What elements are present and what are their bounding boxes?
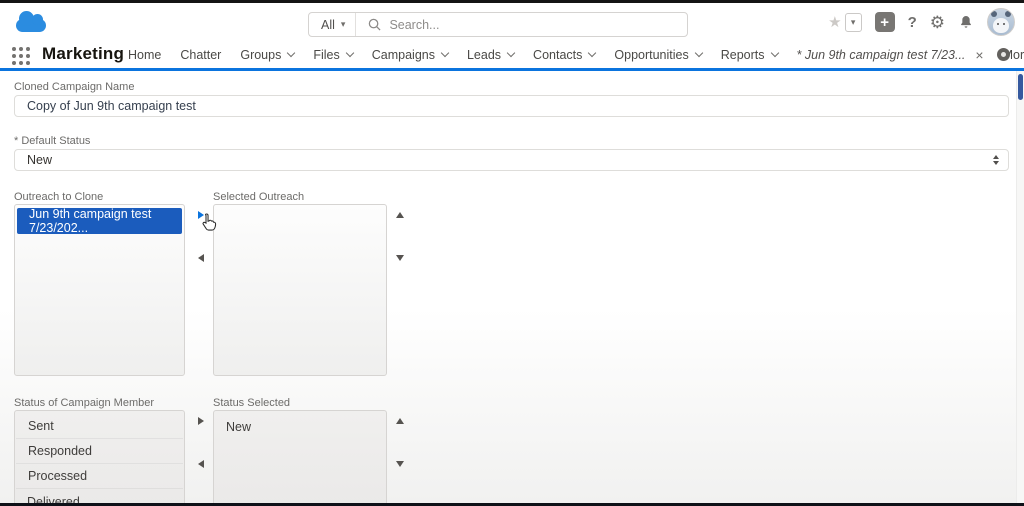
tab-label: Contacts — [533, 47, 583, 62]
tab-label: Groups — [240, 47, 282, 62]
favorites-star-icon[interactable]: ★ — [828, 15, 841, 30]
nav-tab-contacts[interactable]: Contacts — [533, 47, 597, 62]
nav-tabs: Home Chatter Groups Files Campaigns Lead… — [128, 41, 1024, 68]
list-item-status[interactable]: Responded — [16, 439, 183, 464]
triangle-right-icon — [198, 417, 204, 425]
move-left-button[interactable] — [194, 457, 208, 471]
triangle-down-icon — [396, 255, 404, 261]
chevron-down-icon — [770, 48, 779, 57]
nav-tab-opportunities[interactable]: Opportunities — [614, 47, 703, 62]
search-input[interactable] — [389, 17, 640, 32]
default-status-select[interactable]: New — [14, 149, 1009, 171]
search-scope-dropdown[interactable]: All ▾ — [309, 13, 357, 36]
search-icon — [369, 18, 381, 31]
tab-label: Chatter — [180, 47, 222, 62]
nav-tab-groups[interactable]: Groups — [240, 47, 296, 62]
favorites-group: ★ ▾ — [828, 12, 862, 32]
favorites-dropdown-button[interactable]: ▾ — [844, 12, 862, 32]
app-name[interactable]: Marketing — [42, 44, 124, 64]
chevron-down-icon — [588, 48, 597, 57]
status-of-campaign-member-label: Status of Campaign Member — [14, 397, 155, 409]
letterbox-top — [0, 0, 1024, 3]
header-utility-icons: ★ ▾ + ? ⚙ — [828, 3, 1015, 41]
nav-tab-reports[interactable]: Reports — [720, 47, 779, 62]
nav-tab-home[interactable]: Home — [128, 48, 161, 62]
select-stepper-icon — [993, 155, 999, 165]
list-item-status[interactable]: New — [214, 414, 386, 439]
triangle-up-icon — [396, 212, 404, 218]
move-down-button[interactable] — [393, 251, 407, 265]
list-item-status[interactable]: Delivered — [15, 489, 184, 504]
nav-tab-chatter[interactable]: Chatter — [180, 48, 221, 62]
caret-down-icon: ▾ — [850, 16, 856, 27]
global-header: All ▾ ★ ▾ + ? ⚙ — [0, 3, 1024, 41]
list-item-campaign[interactable]: Jun 9th campaign test 7/23/202... — [17, 207, 182, 235]
status-selected-listbox[interactable]: New — [213, 410, 387, 503]
move-down-button[interactable] — [393, 457, 407, 471]
tab-label: Campaigns — [371, 47, 435, 62]
vertical-scrollbar-thumb[interactable] — [1018, 74, 1023, 100]
triangle-left-icon — [198, 254, 204, 262]
search-scope-label: All — [321, 17, 335, 32]
help-icon[interactable]: ? — [908, 14, 917, 31]
notifications-bell-icon[interactable] — [958, 14, 974, 30]
avatar-face — [993, 18, 1009, 33]
chevron-down-icon — [506, 48, 516, 57]
move-left-button[interactable] — [194, 251, 208, 265]
setup-gear-icon[interactable]: ⚙ — [930, 14, 945, 31]
salesforce-app-window: All ▾ ★ ▾ + ? ⚙ Marketing — [0, 0, 1024, 506]
tab-label: Files — [313, 47, 340, 62]
global-search-bar[interactable]: All ▾ — [308, 12, 688, 37]
tab-label: Leads — [466, 47, 502, 62]
user-avatar[interactable] — [987, 8, 1015, 36]
default-status-label: * Default Status — [14, 135, 91, 147]
nav-tab-temp-campaign[interactable]: * Jun 9th campaign test 7/23... × — [797, 48, 984, 62]
tab-label: * Jun 9th campaign test 7/23... — [796, 47, 966, 62]
chevron-down-icon — [694, 48, 703, 57]
nav-tab-campaigns[interactable]: Campaigns — [371, 47, 450, 62]
app-navigation-bar: Marketing Home Chatter Groups Files Camp… — [0, 41, 1024, 71]
nav-tab-leads[interactable]: Leads — [466, 47, 516, 62]
global-actions-button[interactable]: + — [874, 12, 895, 32]
selected-outreach-label: Selected Outreach — [213, 191, 305, 203]
triangle-left-icon — [198, 460, 204, 468]
app-launcher-icon[interactable] — [12, 47, 30, 65]
status-of-campaign-member-listbox[interactable]: Sent Responded Processed Delivered — [14, 410, 185, 503]
chevron-down-icon — [440, 48, 450, 57]
triangle-right-icon — [198, 211, 204, 219]
salesforce-logo-icon — [16, 11, 46, 32]
search-input-wrap — [356, 17, 687, 32]
outreach-to-clone-label: Outreach to Clone — [14, 191, 104, 203]
move-right-button[interactable] — [194, 208, 208, 222]
tab-label: Home — [128, 47, 162, 62]
chevron-down-icon — [287, 48, 296, 57]
tab-label: Opportunities — [614, 47, 689, 62]
edit-nav-icon[interactable] — [997, 48, 1010, 61]
clone-campaign-form: Cloned Campaign Name * Default Status Ne… — [0, 71, 1024, 503]
list-item-status[interactable]: Sent — [16, 414, 183, 439]
cloned-campaign-name-input[interactable] — [14, 95, 1009, 117]
nav-tab-files[interactable]: Files — [313, 47, 354, 62]
outreach-to-clone-listbox[interactable]: Jun 9th campaign test 7/23/202... — [14, 204, 185, 376]
move-right-button[interactable] — [194, 414, 208, 428]
list-item-status[interactable]: Processed — [16, 464, 183, 489]
tab-label: Reports — [720, 47, 765, 62]
caret-down-icon: ▾ — [340, 19, 346, 29]
cloned-campaign-name-label: Cloned Campaign Name — [14, 81, 135, 93]
triangle-up-icon — [396, 418, 404, 424]
chevron-down-icon — [345, 48, 354, 57]
selected-outreach-listbox[interactable] — [213, 204, 387, 376]
close-tab-icon[interactable]: × — [975, 48, 983, 62]
move-up-button[interactable] — [393, 208, 407, 222]
triangle-down-icon — [396, 461, 404, 467]
vertical-scrollbar-track[interactable] — [1016, 71, 1024, 503]
move-up-button[interactable] — [393, 414, 407, 428]
default-status-value: New — [27, 153, 53, 167]
status-selected-label: Status Selected — [213, 397, 291, 409]
